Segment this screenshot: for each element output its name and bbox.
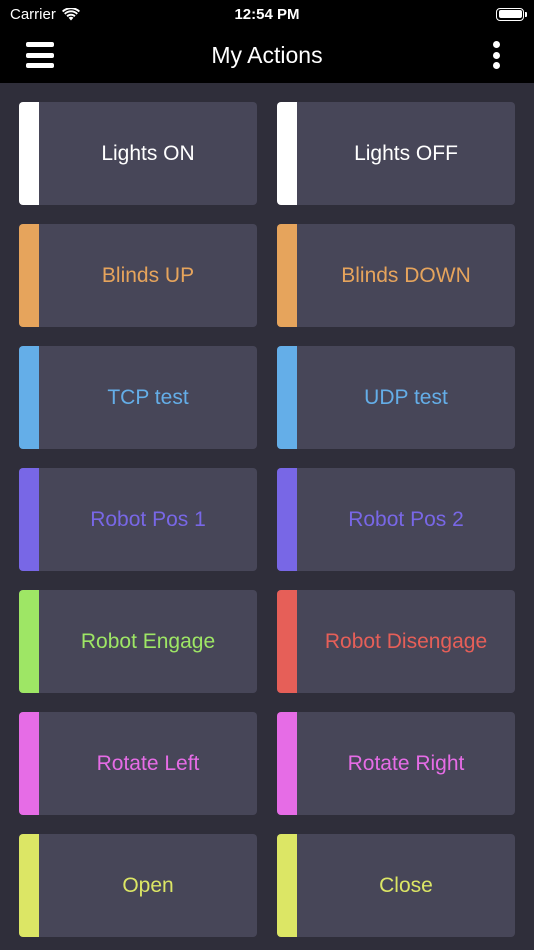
action-label: Close (379, 873, 433, 897)
action-color-stripe (277, 712, 297, 815)
action-label: Robot Pos 2 (348, 507, 464, 531)
status-time: 12:54 PM (234, 5, 300, 23)
battery-icon (496, 7, 527, 21)
status-bar: Carrier 12:54 PM (0, 0, 534, 28)
action-label: Rotate Left (96, 751, 200, 775)
action-button[interactable]: Blinds DOWN (277, 224, 515, 327)
action-color-stripe (19, 346, 39, 449)
action-label: Lights OFF (354, 141, 458, 165)
action-button[interactable]: Open (19, 834, 257, 937)
actions-grid: Lights ON Lights OFF Blinds UP Blinds DOWN T… (19, 102, 515, 937)
action-color-stripe (277, 346, 297, 449)
action-button[interactable]: Robot Pos 1 (19, 468, 257, 571)
action-button[interactable]: Rotate Left (19, 712, 257, 815)
action-color-stripe (277, 102, 297, 205)
action-label: Robot Pos 1 (90, 507, 206, 531)
action-label: Rotate Right (347, 751, 465, 775)
action-color-stripe (277, 468, 297, 571)
action-color-stripe (19, 712, 39, 815)
battery-level (498, 10, 522, 18)
action-color-stripe (277, 590, 297, 693)
hamburger-menu-icon[interactable] (26, 41, 54, 69)
action-label: Robot Engage (80, 629, 216, 653)
action-button[interactable]: UDP test (277, 346, 515, 449)
action-color-stripe (277, 834, 297, 937)
action-label: Blinds UP (101, 263, 195, 287)
action-label: UDP test (364, 385, 448, 409)
more-vertical-icon[interactable] (484, 40, 508, 70)
action-button[interactable]: Lights ON (19, 102, 257, 205)
wifi-icon (61, 7, 80, 20)
action-button[interactable]: Blinds UP (19, 224, 257, 327)
action-color-stripe (19, 224, 39, 327)
action-label: Blinds DOWN (341, 263, 471, 287)
action-label: Lights ON (101, 141, 195, 165)
action-button[interactable]: Robot Engage (19, 590, 257, 693)
action-label: Open (122, 873, 174, 897)
action-button[interactable]: Robot Pos 2 (277, 468, 515, 571)
action-button[interactable]: Rotate Right (277, 712, 515, 815)
action-button[interactable]: Lights OFF (277, 102, 515, 205)
action-color-stripe (19, 468, 39, 571)
action-button[interactable]: TCP test (19, 346, 257, 449)
action-label: Robot Disengage (324, 629, 488, 653)
action-button[interactable]: Robot Disengage (277, 590, 515, 693)
page-title: My Actions (211, 42, 323, 68)
action-color-stripe (19, 102, 39, 205)
nav-bar: My Actions (0, 28, 534, 83)
status-left: Carrier (10, 6, 80, 23)
carrier-label: Carrier (10, 5, 56, 23)
action-color-stripe (277, 224, 297, 327)
action-label: TCP test (107, 385, 189, 409)
action-color-stripe (19, 834, 39, 937)
action-color-stripe (19, 590, 39, 693)
action-button[interactable]: Close (277, 834, 515, 937)
